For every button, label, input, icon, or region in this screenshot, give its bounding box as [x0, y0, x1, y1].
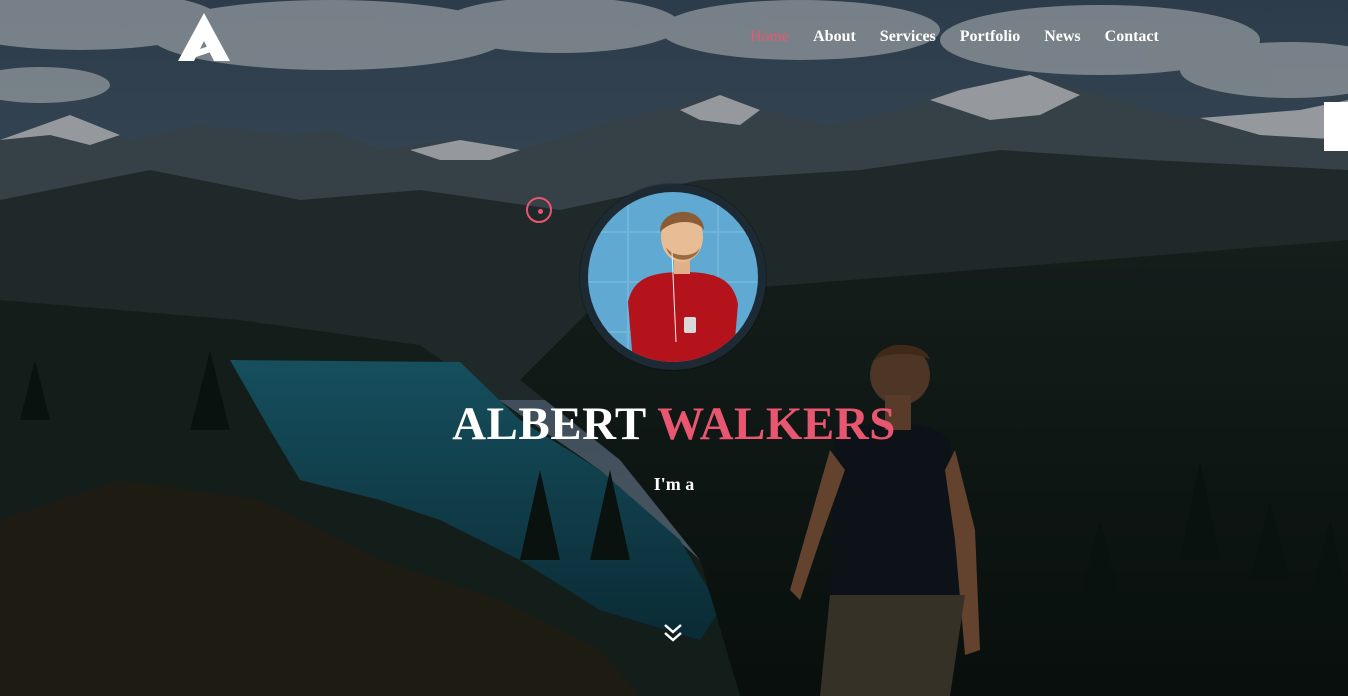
- triangle-a-logo-icon: [178, 13, 230, 61]
- nav-news[interactable]: News: [1044, 28, 1080, 46]
- scroll-down-button[interactable]: [662, 622, 684, 644]
- hero-name-last: WALKERS: [657, 398, 896, 450]
- main-nav: Home About Services Portfolio News Conta…: [750, 28, 1183, 46]
- profile-avatar-frame: [580, 184, 766, 370]
- nav-services[interactable]: Services: [880, 28, 936, 46]
- nav-portfolio[interactable]: Portfolio: [960, 28, 1020, 46]
- nav-about[interactable]: About: [813, 28, 856, 46]
- side-panel-toggle[interactable]: [1324, 102, 1348, 151]
- hero-name: ALBERT WALKERS: [0, 401, 1348, 448]
- double-chevron-down-icon: [664, 624, 682, 642]
- custom-cursor-dot: [538, 209, 543, 214]
- brand-logo[interactable]: [178, 13, 230, 63]
- nav-contact[interactable]: Contact: [1105, 28, 1159, 46]
- avatar: [588, 192, 758, 362]
- hero-tagline: I'm a: [653, 474, 695, 494]
- hero-name-first: ALBERT: [452, 398, 646, 450]
- nav-home[interactable]: Home: [750, 28, 789, 46]
- profile-photo: [588, 192, 758, 362]
